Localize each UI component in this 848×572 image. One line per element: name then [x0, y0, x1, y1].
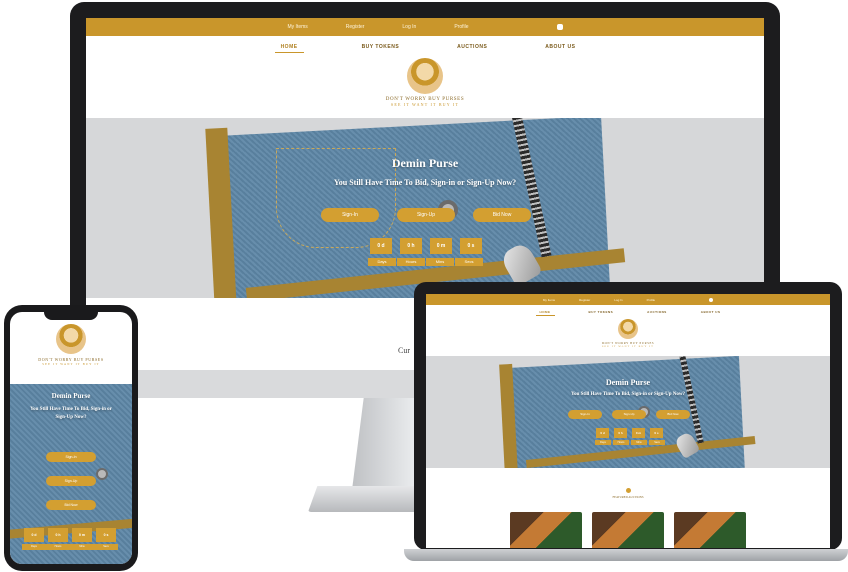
laptop-nav: HOME BUY TOKENS AUCTIONS ABOUT US: [426, 305, 830, 319]
laptop-nav-item-home[interactable]: HOME: [535, 309, 555, 316]
nav-item-buy-tokens[interactable]: BUY TOKENS: [362, 44, 400, 50]
woman-portrait-logo-icon[interactable]: [407, 58, 443, 94]
laptop-logo-block: DON'T WORRY BUY PURSES SEE IT WANT IT BU…: [426, 319, 830, 355]
laptop-countdown-hours: 0 h: [614, 428, 627, 438]
countdown-label-secs: Secs: [455, 258, 483, 266]
brand-tagline: SEE IT WANT IT BUY IT: [390, 102, 460, 107]
laptop-woman-portrait-logo-icon[interactable]: [618, 319, 638, 339]
phone-sign-in-button[interactable]: Sign-In: [46, 452, 96, 462]
laptop-topbar-link-profile[interactable]: Profile: [647, 298, 656, 302]
phone-countdown-mins: 0 m: [72, 528, 92, 542]
cart-icon[interactable]: [556, 24, 563, 30]
auction-thumbnail-3[interactable]: [674, 512, 746, 548]
sign-up-button[interactable]: Sign-Up: [397, 208, 455, 222]
laptop-countdown-mins: 0 m: [632, 428, 645, 438]
nav-item-home[interactable]: HOME: [274, 42, 304, 53]
countdown-label-hours: Hours: [397, 258, 425, 266]
phone-bid-now-button[interactable]: Bid Now: [46, 500, 96, 510]
laptop-countdown-label-mins: Mins: [631, 440, 647, 445]
phone-countdown-label-hours: Hours: [46, 544, 70, 550]
laptop-brand-tagline: SEE IT WANT IT BUY IT: [601, 345, 655, 348]
phone-countdown-days: 0 d: [24, 528, 44, 542]
featured-auctions-heading: FEATURED AUCTIONS: [612, 495, 644, 499]
phone-countdown-secs: 0 s: [96, 528, 116, 542]
current-auctions-heading: Cur: [398, 346, 410, 355]
countdown-label-mins: Mins: [426, 258, 454, 266]
phone-brand-tagline: SEE IT WANT IT BUY IT: [42, 362, 100, 366]
nav-item-auctions[interactable]: AUCTIONS: [457, 44, 487, 50]
phone-logo-block: DON'T WORRY BUY PURSES SEE IT WANT IT BU…: [10, 312, 132, 374]
laptop-sign-up-button[interactable]: Sign-Up: [612, 410, 646, 419]
countdown-label-days: Days: [368, 258, 396, 266]
topbar-link-login[interactable]: Log In: [402, 24, 416, 30]
laptop-topbar-link-register[interactable]: Register: [579, 298, 590, 302]
phone-notch: [44, 312, 98, 320]
auction-thumbnail-2[interactable]: [592, 512, 664, 548]
auction-thumbnail-1[interactable]: [510, 512, 582, 548]
phone-sign-up-button[interactable]: Sign-Up: [46, 476, 96, 486]
phone-screen: DON'T WORRY BUY PURSES SEE IT WANT IT BU…: [10, 312, 132, 564]
phone-hero: Demin Purse You Still Have Time To Bid, …: [10, 384, 132, 564]
laptop-topbar-link-my-items[interactable]: My Items: [543, 298, 555, 302]
laptop-base: [404, 549, 848, 561]
desktop-nav: HOME BUY TOKENS AUCTIONS ABOUT US: [86, 36, 764, 58]
laptop-topbar-link-login[interactable]: Log In: [614, 298, 622, 302]
topbar-link-register[interactable]: Register: [346, 24, 365, 30]
hero-subtitle: You Still Have Time To Bid, Sign-in or S…: [333, 178, 517, 187]
desktop-logo-block: DON'T WORRY BUY PURSES SEE IT WANT IT BU…: [86, 58, 764, 118]
laptop-nav-item-auctions[interactable]: AUCTIONS: [647, 310, 667, 314]
phone-purse-grommet: [96, 468, 108, 480]
countdown-secs: 0 s: [460, 238, 482, 254]
topbar-link-my-items[interactable]: My Items: [288, 24, 308, 30]
laptop-sign-in-button[interactable]: Sign-In: [568, 410, 602, 419]
desktop-hero: Demin Purse You Still Have Time To Bid, …: [86, 118, 764, 298]
laptop-hero-subtitle: You Still Have Time To Bid, Sign-in or S…: [571, 392, 685, 397]
bid-now-button[interactable]: Bid Now: [473, 208, 531, 222]
laptop-cart-icon[interactable]: [709, 297, 714, 302]
phone-countdown-label-mins: Mins: [70, 544, 94, 550]
countdown-hours: 0 h: [400, 238, 422, 254]
laptop-nav-item-about-us[interactable]: ABOUT US: [701, 310, 721, 314]
laptop-countdown-label-hours: Hours: [613, 440, 629, 445]
phone-hero-title: Demin Purse: [51, 392, 91, 400]
featured-star-icon: [626, 488, 631, 493]
phone-countdown-hours: 0 h: [48, 528, 68, 542]
phone-woman-portrait-logo-icon[interactable]: [56, 324, 86, 354]
laptop-hero-title: Demin Purse: [605, 378, 651, 387]
laptop-countdown-label-days: Days: [595, 440, 611, 445]
laptop-topbar: My Items Register Log In Profile: [426, 294, 830, 305]
laptop-site: My Items Register Log In Profile HOME BU…: [426, 294, 830, 548]
phone-countdown-label-secs: Secs: [94, 544, 118, 550]
laptop-countdown-secs: 0 s: [650, 428, 663, 438]
countdown-mins: 0 m: [430, 238, 452, 254]
hero-title: Demin Purse: [391, 156, 459, 170]
laptop-hero: Demin Purse You Still Have Time To Bid, …: [426, 356, 830, 468]
laptop-countdown-label-secs: Secs: [649, 440, 665, 445]
phone-site: DON'T WORRY BUY PURSES SEE IT WANT IT BU…: [10, 312, 132, 564]
laptop-bid-now-button[interactable]: Bid Now: [656, 410, 690, 419]
countdown-days: 0 d: [370, 238, 392, 254]
topbar-link-profile[interactable]: Profile: [454, 24, 468, 30]
laptop-countdown-days: 0 d: [596, 428, 609, 438]
nav-item-about-us[interactable]: ABOUT US: [545, 44, 575, 50]
sign-in-button[interactable]: Sign-In: [321, 208, 379, 222]
phone-hero-subtitle: You Still Have Time To Bid, Sign-in or S…: [30, 407, 112, 420]
desktop-topbar: My Items Register Log In Profile: [86, 18, 764, 36]
laptop-nav-item-buy-tokens[interactable]: BUY TOKENS: [589, 310, 614, 314]
laptop-screen: My Items Register Log In Profile HOME BU…: [426, 294, 830, 548]
phone-countdown-label-days: Days: [22, 544, 46, 550]
